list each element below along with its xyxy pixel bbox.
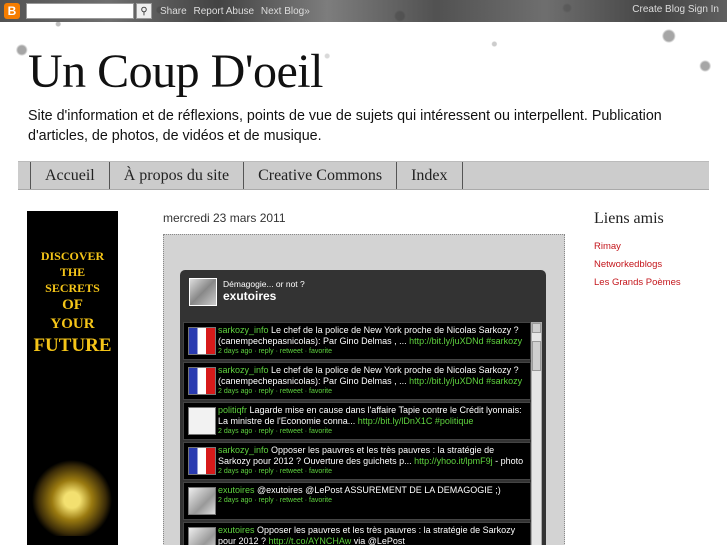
navbar-search-input[interactable] — [26, 3, 134, 19]
search-button[interactable]: ⚲ — [136, 3, 152, 19]
sidebar-link-grands-poemes[interactable]: Les Grands Poèmes — [594, 274, 714, 292]
sidebar-title: Liens amis — [594, 210, 664, 227]
tweet-url-link[interactable]: http://yhoo.it/lpmF9j — [414, 456, 493, 466]
tweet-url-link[interactable]: http://bit.ly/juXDNd — [409, 376, 484, 386]
left-ad-banner[interactable]: DISCOVER THE SECRETS OF YOUR FUTURE — [27, 211, 118, 545]
twitter-widget-subtitle: Démagogie... or not ? — [223, 279, 305, 289]
tweet-user-link[interactable]: sarkozy_info — [218, 445, 269, 455]
tweet-text: exutoires @exutoires @LePost ASSUREMENT … — [218, 485, 526, 496]
navbar-right-links: Create Blog Sign In — [632, 4, 719, 15]
tweet-hashtag[interactable]: #politique — [432, 416, 474, 426]
ad-line: FUTURE — [33, 335, 112, 356]
tweet-meta[interactable]: 2 days ago · reply · retweet · favorite — [218, 347, 526, 356]
twitter-profile-avatar[interactable] — [189, 278, 217, 306]
tweet-meta[interactable]: 2 days ago · reply · retweet · favorite — [218, 496, 526, 505]
sidebar-link-networkedblogs[interactable]: Networkedblogs — [594, 256, 714, 274]
tweet-text: politiqfr Lagarde mise en cause dans l'a… — [218, 405, 526, 427]
tweet-avatar[interactable] — [188, 367, 216, 395]
tab-creative-commons[interactable]: Creative Commons — [243, 162, 396, 189]
tweet-item: exutoires @exutoires @LePost ASSUREMENT … — [183, 482, 531, 520]
post-date-header: mercredi 23 mars 2011 — [163, 211, 286, 225]
search-icon: ⚲ — [140, 5, 148, 17]
tweet-meta[interactable]: 2 days ago · reply · retweet · favorite — [218, 387, 526, 396]
tweet-user-link[interactable]: sarkozy_info — [218, 365, 269, 375]
tweet-text: sarkozy_info Le chef de la police de New… — [218, 365, 526, 387]
blog-description: Site d'information et de réflexions, poi… — [28, 108, 662, 144]
tweet-avatar[interactable] — [188, 487, 216, 515]
main-column: mercredi 23 mars 2011 Démagogie... or no… — [163, 211, 565, 545]
tweet-url-link[interactable]: http://bit.ly/lDnX1C — [358, 416, 433, 426]
tweet-list[interactable]: sarkozy_info Le chef de la police de New… — [183, 322, 531, 545]
ad-line: OF — [62, 297, 83, 313]
tweet-text: exutoires Opposer les pauvres et les trè… — [218, 525, 526, 545]
tweet-list-scrollbar[interactable] — [531, 322, 542, 545]
tweet-text: sarkozy_info Opposer les pauvres et les … — [218, 445, 526, 467]
tweet-item: sarkozy_info Le chef de la police de New… — [183, 322, 531, 360]
post-widget-container: Démagogie... or not ? exutoires sarkozy_… — [163, 234, 565, 545]
tweet-user-link[interactable]: sarkozy_info — [218, 325, 269, 335]
ad-line: YOUR — [50, 316, 95, 332]
twitter-widget: Démagogie... or not ? exutoires sarkozy_… — [180, 270, 546, 545]
navbar-sign-in-link[interactable]: Sign In — [688, 4, 719, 15]
tab-a-propos[interactable]: À propos du site — [108, 162, 243, 189]
page-tabs: Accueil À propos du site Creative Common… — [18, 161, 709, 190]
tweet-meta[interactable]: 2 days ago · reply · retweet · favorite — [218, 427, 526, 436]
tab-index[interactable]: Index — [396, 162, 463, 189]
ad-line: SECRETS — [45, 281, 100, 295]
tab-accueil[interactable]: Accueil — [30, 162, 109, 189]
navbar-share-link[interactable]: Share — [160, 6, 187, 17]
navbar-create-blog-link[interactable]: Create Blog — [632, 4, 685, 15]
navbar-links: Share Report Abuse Next Blog» — [160, 6, 314, 17]
tweet-avatar[interactable] — [188, 327, 216, 355]
ad-line: DISCOVER — [40, 249, 105, 263]
tweet-url-link[interactable]: http://bit.ly/juXDNd — [409, 336, 484, 346]
blogger-navbar: B ⚲ Share Report Abuse Next Blog» Create… — [0, 0, 727, 22]
scrollbar-thumb[interactable] — [532, 341, 541, 371]
tweet-item: politiqfr Lagarde mise en cause dans l'a… — [183, 402, 531, 440]
sidebar-friends-links: Liens amis Rimay Networkedblogs Les Gran… — [594, 210, 714, 292]
tweet-item: exutoires Opposer les pauvres et les trè… — [183, 522, 531, 545]
tweet-url-link[interactable]: http://t.co/AYNCHAw — [269, 536, 352, 545]
tweet-user-link[interactable]: politiqfr — [218, 405, 247, 415]
navbar-next-blog-link[interactable]: Next Blog» — [261, 6, 310, 17]
tweet-avatar[interactable] — [188, 527, 216, 545]
tweet-via: via @LePost — [351, 536, 405, 545]
sidebar-link-rimay[interactable]: Rimay — [594, 238, 714, 256]
tweet-user-link[interactable]: exutoires — [218, 485, 255, 495]
tweet-avatar[interactable] — [188, 447, 216, 475]
navbar-report-abuse-link[interactable]: Report Abuse — [193, 6, 254, 17]
tweet-hashtag[interactable]: #sarkozy — [484, 336, 522, 346]
twitter-widget-header: Démagogie... or not ? exutoires — [180, 270, 546, 318]
blogger-logo-icon[interactable]: B — [4, 3, 20, 19]
scroll-up-arrow-icon[interactable] — [532, 323, 541, 333]
ad-line: THE — [59, 265, 86, 279]
twitter-widget-title[interactable]: exutoires — [223, 289, 276, 303]
tweet-text: sarkozy_info Le chef de la police de New… — [218, 325, 526, 347]
tweet-photo-label: - photo — [492, 456, 524, 466]
tweet-item: sarkozy_info Le chef de la police de New… — [183, 362, 531, 400]
tweet-user-link[interactable]: exutoires — [218, 525, 255, 535]
ad-glow-image — [32, 456, 112, 536]
tweet-item: sarkozy_info Opposer les pauvres et les … — [183, 442, 531, 480]
blog-title[interactable]: Un Coup D'oeil — [28, 44, 323, 99]
tweet-meta[interactable]: 2 days ago · reply · retweet · favorite — [218, 467, 526, 476]
tweet-body: @exutoires @LePost ASSUREMENT DE LA DEMA… — [254, 485, 501, 495]
tweet-avatar[interactable] — [188, 407, 216, 435]
tweet-hashtag[interactable]: #sarkozy — [484, 376, 522, 386]
